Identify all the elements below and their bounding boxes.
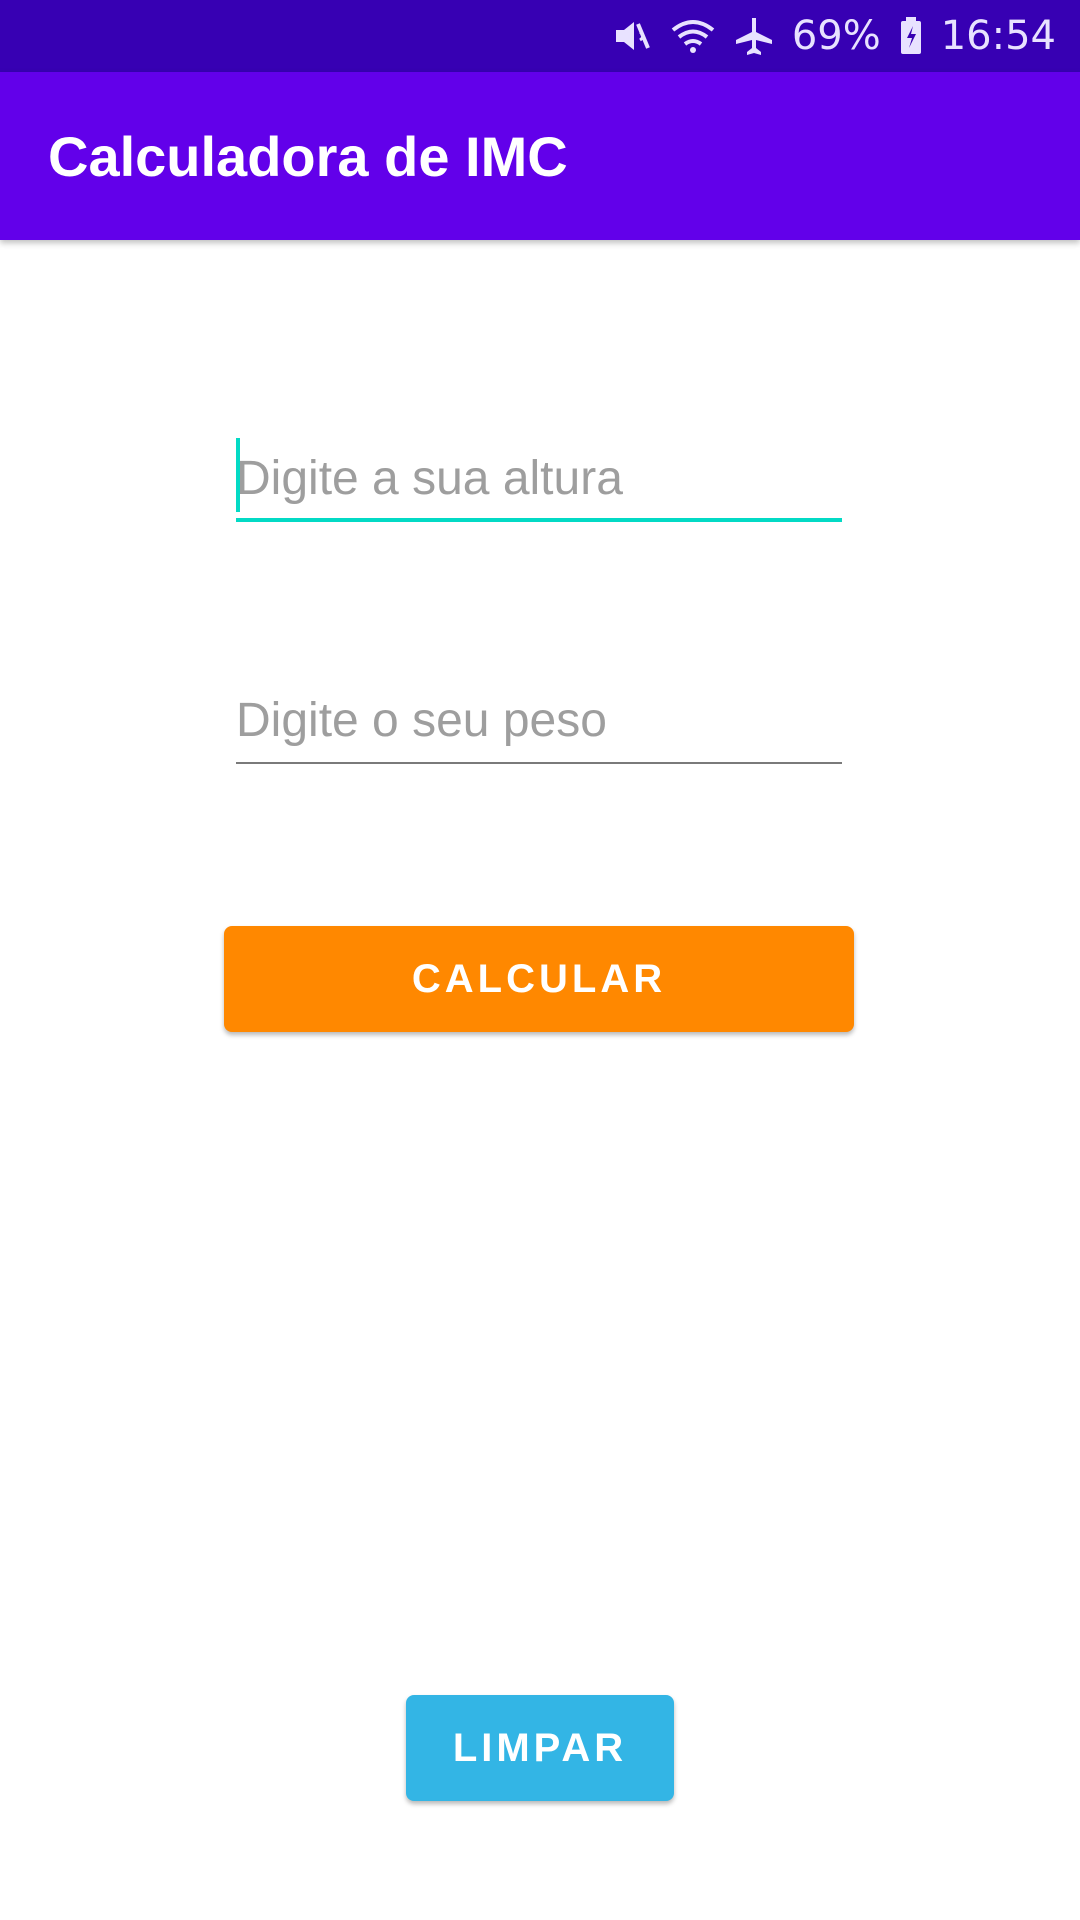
height-field-underline bbox=[236, 518, 842, 522]
app-bar: Calculadora de IMC bbox=[0, 72, 1080, 240]
calculate-button[interactable]: CALCULAR bbox=[224, 926, 854, 1032]
weight-input[interactable] bbox=[236, 680, 842, 760]
airplane-icon bbox=[734, 16, 774, 56]
mute-icon bbox=[612, 16, 652, 56]
height-field[interactable] bbox=[236, 438, 842, 522]
clear-button[interactable]: LIMPAR bbox=[406, 1695, 674, 1801]
battery-icon bbox=[899, 16, 923, 56]
weight-field-underline bbox=[236, 762, 842, 764]
clock: 16:54 bbox=[940, 13, 1056, 59]
battery-percentage: 69% bbox=[791, 13, 881, 59]
app-title: Calculadora de IMC bbox=[48, 124, 568, 188]
status-icons: 69% 16:54 bbox=[612, 0, 1056, 72]
height-input[interactable] bbox=[236, 438, 842, 518]
wifi-icon bbox=[670, 16, 716, 56]
status-bar: 69% 16:54 bbox=[0, 0, 1080, 72]
text-cursor bbox=[236, 438, 240, 512]
weight-field[interactable] bbox=[236, 680, 842, 764]
